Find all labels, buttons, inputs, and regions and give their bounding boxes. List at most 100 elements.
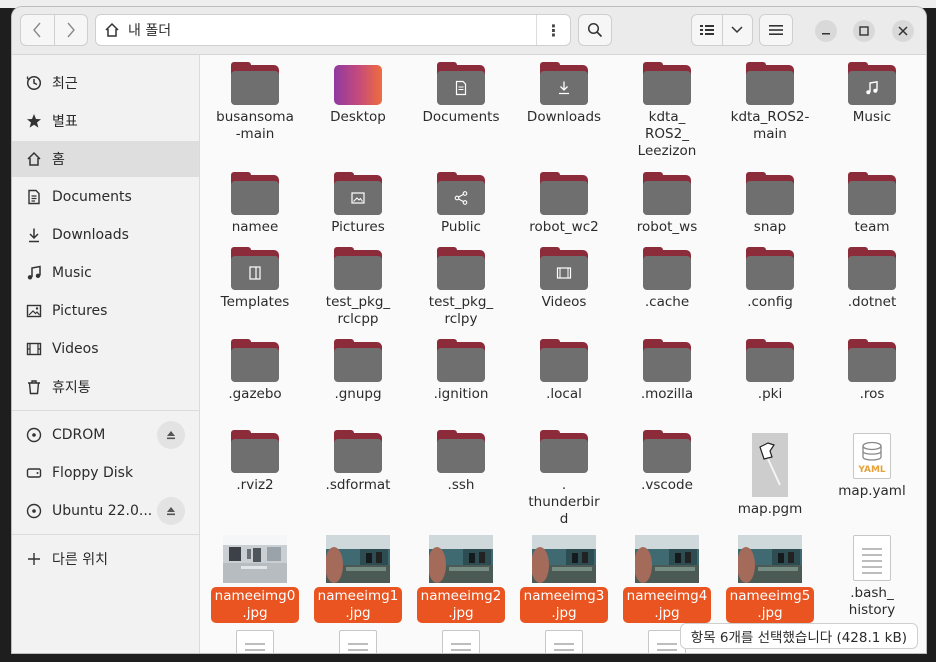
folder-item[interactable]: .rviz2: [205, 430, 305, 494]
view-options-button[interactable]: [721, 15, 753, 45]
folder-item[interactable]: namee: [205, 172, 305, 236]
svg-text:YAML: YAML: [857, 465, 886, 475]
folder-item[interactable]: robot_wc2: [514, 172, 614, 236]
folder-item[interactable]: .ssh: [411, 430, 511, 494]
sidebar-item-2[interactable]: 홈: [12, 141, 199, 177]
folder-icon: [334, 247, 382, 290]
folder-item[interactable]: Music: [822, 62, 922, 126]
text-file-icon: [442, 630, 480, 653]
drive-icon: [25, 464, 43, 482]
folder-item[interactable]: .gazebo: [205, 339, 305, 403]
folder-item[interactable]: Templates: [205, 247, 305, 311]
music-icon: [25, 264, 43, 282]
folder-item[interactable]: .pki: [720, 339, 820, 403]
folder-item[interactable]: kdta_ ROS2_ Leezizon: [617, 62, 717, 160]
file-item[interactable]: [514, 630, 614, 653]
folder-item[interactable]: snap: [720, 172, 820, 236]
maximize-button[interactable]: [853, 20, 875, 42]
folder-item[interactable]: .ros: [822, 339, 922, 403]
main-menu-button[interactable]: [759, 14, 793, 46]
folder-item[interactable]: .mozilla: [617, 339, 717, 403]
yaml-file-icon: YAML: [853, 433, 891, 479]
view-toggle: [691, 14, 753, 46]
folder-icon: [231, 62, 279, 105]
file-item[interactable]: [205, 630, 305, 653]
sidebar-item-7[interactable]: Videos: [12, 331, 199, 367]
sidebar-device-1[interactable]: Floppy Disk: [12, 455, 199, 491]
sidebar-item-8[interactable]: 휴지통: [12, 369, 199, 405]
file-name: .cache: [644, 294, 690, 310]
folder-icon: [848, 62, 896, 105]
sidebar-item-0[interactable]: 최근: [12, 65, 199, 101]
text-file-icon: [545, 630, 583, 653]
folder-item[interactable]: Pictures: [308, 172, 408, 236]
sidebar-item-label: 휴지통: [52, 380, 91, 396]
file-name: .dotnet: [847, 294, 897, 310]
folder-icon: [540, 430, 588, 473]
folder-item[interactable]: kdta_ROS2- main: [720, 62, 820, 143]
folder-item[interactable]: test_pkg_ rclpy: [411, 247, 511, 328]
sidebar-item-1[interactable]: 별표: [12, 103, 199, 139]
sidebar-item-4[interactable]: Downloads: [12, 217, 199, 253]
file-name: .mozilla: [640, 386, 694, 402]
folder-item[interactable]: .cache: [617, 247, 717, 311]
folder-item[interactable]: Documents: [411, 62, 511, 126]
sidebar-item-5[interactable]: Music: [12, 255, 199, 291]
image-thumbnail: [326, 535, 390, 583]
folder-item[interactable]: .config: [720, 247, 820, 311]
folder-icon: [746, 62, 794, 105]
sidebar-device-0[interactable]: CDROM: [12, 417, 199, 453]
path-menu-button[interactable]: ⋮: [536, 15, 570, 45]
file-item-image[interactable]: nameeimg0 .jpg: [205, 535, 305, 623]
file-item[interactable]: [411, 630, 511, 653]
file-name: Downloads: [526, 109, 602, 125]
file-item[interactable]: .bash_ history: [822, 535, 922, 619]
folder-item[interactable]: team: [822, 172, 922, 236]
sidebar-other-locations[interactable]: 다른 위치: [12, 541, 199, 577]
chevron-down-icon: [731, 26, 743, 34]
file-name: . thunderbir d: [528, 477, 600, 527]
sidebar-device-2[interactable]: Ubuntu 22.0...: [12, 493, 199, 529]
folder-item[interactable]: .gnupg: [308, 339, 408, 403]
file-item[interactable]: [308, 630, 408, 653]
file-name: nameeimg0 .jpg: [210, 587, 300, 623]
forward-button[interactable]: [53, 15, 88, 45]
eject-button[interactable]: [157, 497, 185, 525]
search-button[interactable]: [578, 14, 612, 46]
file-item-image[interactable]: nameeimg3 .jpg: [514, 535, 614, 623]
folder-item[interactable]: .ignition: [411, 339, 511, 403]
path-bar[interactable]: 내 폴더 ⋮: [95, 14, 571, 46]
folder-item[interactable]: .sdformat: [308, 430, 408, 494]
folder-icon: [437, 172, 485, 215]
folder-icon: [231, 247, 279, 290]
folder-item[interactable]: Desktop: [308, 65, 408, 126]
text-file-icon: [236, 630, 274, 653]
folder-item[interactable]: busansoma -main: [205, 62, 305, 143]
close-button[interactable]: [892, 20, 914, 42]
folder-item[interactable]: Downloads: [514, 62, 614, 126]
sidebar-item-3[interactable]: Documents: [12, 179, 199, 215]
file-item[interactable]: map.pgm: [720, 433, 820, 518]
minimize-button[interactable]: [815, 20, 837, 42]
file-item-image[interactable]: nameeimg4 .jpg: [617, 535, 717, 623]
folder-item[interactable]: robot_ws: [617, 172, 717, 236]
file-item-image[interactable]: nameeimg1 .jpg: [308, 535, 408, 623]
folder-icon: [643, 172, 691, 215]
folder-item[interactable]: .vscode: [617, 430, 717, 494]
list-view-button[interactable]: [692, 15, 722, 45]
folder-item[interactable]: test_pkg_ rclcpp: [308, 247, 408, 328]
file-item-image[interactable]: nameeimg2 .jpg: [411, 535, 511, 623]
back-button[interactable]: [21, 15, 54, 45]
folder-item[interactable]: .dotnet: [822, 247, 922, 311]
image-thumbnail: [223, 535, 287, 583]
folder-item[interactable]: Public: [411, 172, 511, 236]
eject-button[interactable]: [157, 421, 185, 449]
folder-item[interactable]: Videos: [514, 247, 614, 311]
folder-item[interactable]: .local: [514, 339, 614, 403]
sidebar-item-6[interactable]: Pictures: [12, 293, 199, 329]
file-name: test_pkg_ rclcpp: [325, 294, 391, 327]
file-item[interactable]: YAML map.yaml: [822, 433, 922, 500]
file-item-image[interactable]: nameeimg5 .jpg: [720, 535, 820, 623]
file-name: map.yaml: [838, 483, 906, 499]
folder-item[interactable]: . thunderbir d: [514, 430, 614, 528]
